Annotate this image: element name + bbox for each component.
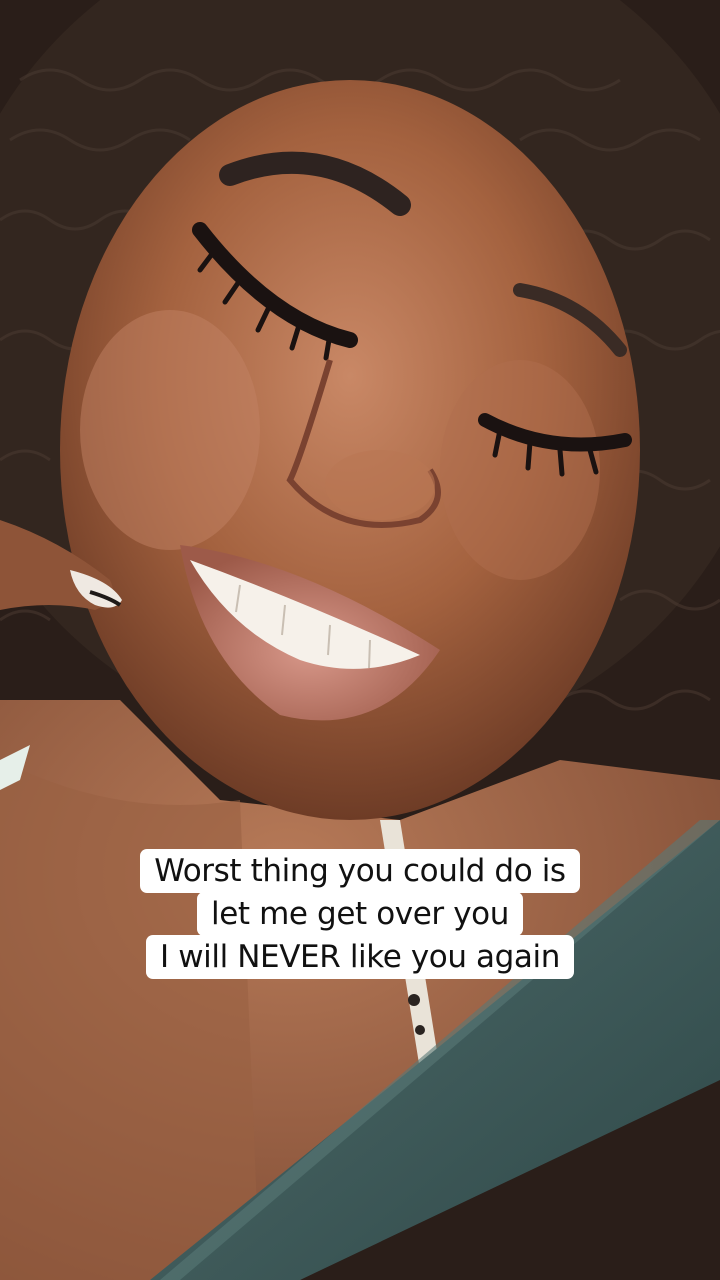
video-frame: Worst thing you could do is let me get o…	[0, 0, 720, 1280]
caption-line-1: Worst thing you could do is	[140, 849, 580, 893]
caption-overlay: Worst thing you could do is let me get o…	[0, 849, 720, 979]
caption-line-2: let me get over you	[197, 892, 523, 936]
caption-line-3: I will NEVER like you again	[146, 935, 574, 979]
selfie-photo	[0, 0, 720, 1280]
